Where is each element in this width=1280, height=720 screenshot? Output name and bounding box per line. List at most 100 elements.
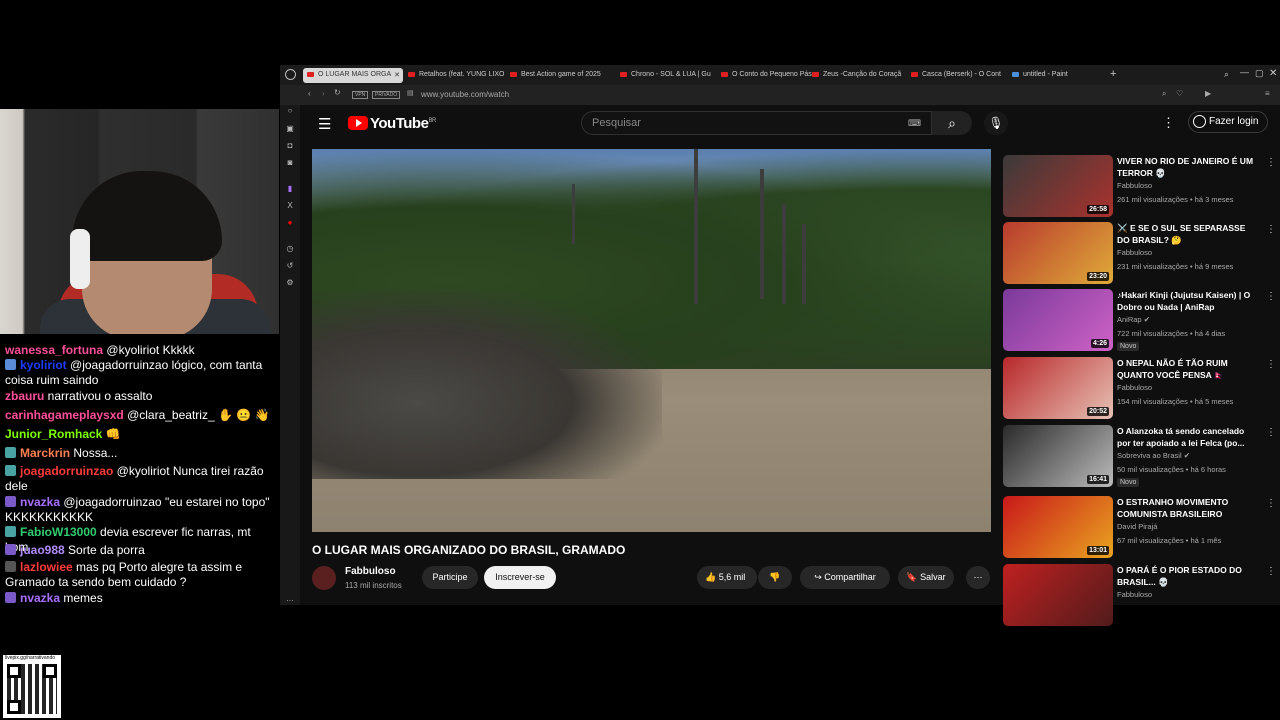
browser-tab[interactable]: Chrono - SOL & LUA | Gu bbox=[616, 68, 716, 83]
keyboard-icon[interactable]: ⌨ bbox=[908, 118, 921, 129]
video-player[interactable] bbox=[312, 149, 991, 532]
recommended-channel[interactable]: Fabbuloso bbox=[1117, 590, 1152, 599]
recommended-video[interactable]: 13:01 O ESTRANHO MOVIMENTO COMUNISTA BRAS… bbox=[1003, 496, 1278, 558]
browser-tab[interactable]: untitled - Paint bbox=[1008, 68, 1108, 83]
browser-tab[interactable]: O Conto do Pequeno Pás bbox=[717, 68, 817, 83]
like-button[interactable]: 👍 5,6 mil bbox=[697, 566, 757, 589]
chat-username[interactable]: Junior_Romhack bbox=[5, 427, 102, 441]
messenger-icon[interactable]: ◘ bbox=[285, 142, 295, 150]
dislike-button[interactable]: 👎 bbox=[758, 566, 792, 589]
zoom-icon[interactable]: ⌕ bbox=[1162, 89, 1166, 99]
hamburger-menu-icon[interactable]: ☰ bbox=[318, 115, 331, 133]
recommended-channel[interactable]: Fabbuloso bbox=[1117, 383, 1152, 392]
url-text[interactable]: www.youtube.com/watch bbox=[421, 90, 509, 99]
recommended-video[interactable]: 23:20 ⚔️ E SE O SUL SE SEPARASSE DO BRASI… bbox=[1003, 222, 1278, 284]
forward-icon[interactable]: › bbox=[322, 89, 325, 98]
recommended-video[interactable]: O PARÁ É O PIOR ESTADO DO BRASIL... 💀 Fab… bbox=[1003, 564, 1278, 626]
youtube-sidebar-icon[interactable]: ● bbox=[285, 219, 295, 227]
extensions-icon[interactable]: ▶ bbox=[1205, 89, 1211, 98]
recommended-title[interactable]: O PARÁ É O PIOR ESTADO DO BRASIL... 💀 bbox=[1117, 564, 1257, 588]
chat-username[interactable]: Marckrin bbox=[20, 446, 70, 460]
minimize-button[interactable]: — bbox=[1240, 67, 1249, 77]
chat-username[interactable]: lazlowiee bbox=[20, 560, 73, 574]
chat-username[interactable]: juao988 bbox=[20, 543, 65, 557]
browser-tab[interactable]: Best Action game of 2025 bbox=[506, 68, 606, 83]
search-icon[interactable]: ⌕ bbox=[932, 111, 972, 135]
video-menu-icon[interactable]: ⋮ bbox=[1266, 291, 1276, 302]
video-thumbnail[interactable]: 23:20 bbox=[1003, 222, 1113, 284]
recommended-title[interactable]: VIVER NO RIO DE JANEIRO É UM TERROR 💀 bbox=[1117, 155, 1257, 179]
browser-tab[interactable]: Zeus -Canção do Coraçã bbox=[808, 68, 908, 83]
browser-tab[interactable]: O LUGAR MAIS ORGA ✕ bbox=[303, 68, 403, 83]
save-button[interactable]: 🔖 Salvar bbox=[898, 566, 954, 589]
video-thumbnail[interactable]: 16:41 bbox=[1003, 425, 1113, 487]
video-menu-icon[interactable]: ⋮ bbox=[1266, 359, 1276, 370]
recommended-channel[interactable]: Fabbuloso bbox=[1117, 181, 1152, 190]
chat-username[interactable]: zbauru bbox=[5, 389, 44, 403]
settings-icon[interactable]: ≡ bbox=[1265, 89, 1270, 98]
video-menu-icon[interactable]: ⋮ bbox=[1266, 566, 1276, 577]
gear-icon[interactable]: ⚙ bbox=[285, 279, 295, 287]
recommended-video[interactable]: 4:26 ♪Hakari Kinji (Jujutsu Kaisen) | O D… bbox=[1003, 289, 1278, 351]
wallet-icon[interactable]: ▣ bbox=[285, 125, 295, 133]
login-button[interactable]: Fazer login bbox=[1188, 111, 1268, 133]
video-menu-icon[interactable]: ⋮ bbox=[1266, 224, 1276, 235]
recommended-title[interactable]: ⚔️ E SE O SUL SE SEPARASSE DO BRASIL? 🤔 bbox=[1117, 222, 1257, 246]
chat-username[interactable]: carinhagameplaysxd bbox=[5, 408, 124, 422]
maximize-button[interactable]: ▢ bbox=[1255, 68, 1264, 79]
downloads-icon[interactable]: ↺ bbox=[285, 262, 295, 270]
browser-tab[interactable]: Retalhos (feat. YUNG LIXO bbox=[404, 68, 504, 83]
bookmark-icon[interactable]: ♡ bbox=[1176, 89, 1183, 98]
video-thumbnail[interactable]: 4:26 bbox=[1003, 289, 1113, 351]
twitch-icon[interactable]: ▮ bbox=[285, 185, 295, 193]
recommended-title[interactable]: O ESTRANHO MOVIMENTO COMUNISTA BRASILEIR… bbox=[1117, 496, 1257, 520]
video-thumbnail[interactable]: 26:58 bbox=[1003, 155, 1113, 217]
chat-username[interactable]: kyoliriot bbox=[20, 358, 67, 372]
recommended-channel[interactable]: Sobreviva ao Brasil ✔ bbox=[1117, 451, 1190, 460]
recommended-video[interactable]: 16:41 O Alanzoka tá sendo cancelado por t… bbox=[1003, 425, 1278, 487]
channel-name[interactable]: Fabbuloso bbox=[345, 566, 396, 577]
whatsapp-icon[interactable]: ◙ bbox=[285, 159, 295, 167]
subscribe-button[interactable]: Inscrever-se bbox=[484, 566, 556, 589]
new-tab-button[interactable]: + bbox=[1110, 68, 1116, 80]
chat-username[interactable]: nvazka bbox=[20, 591, 60, 605]
join-button[interactable]: Participe bbox=[422, 566, 478, 589]
recommended-channel[interactable]: Fabbuloso bbox=[1117, 248, 1152, 257]
youtube-logo[interactable]: YouTubeBR bbox=[348, 115, 436, 132]
video-menu-icon[interactable]: ⋮ bbox=[1266, 427, 1276, 438]
recommended-title[interactable]: O Alanzoka tá sendo cancelado por ter ap… bbox=[1117, 425, 1257, 449]
more-options-icon[interactable]: ⋮ bbox=[1162, 115, 1175, 131]
channel-avatar[interactable] bbox=[312, 566, 336, 590]
video-menu-icon[interactable]: ⋮ bbox=[1266, 498, 1276, 509]
recommended-channel[interactable]: David Pirajá bbox=[1117, 522, 1157, 531]
private-badge[interactable]: PRIVADO bbox=[372, 91, 401, 99]
video-thumbnail[interactable] bbox=[1003, 564, 1113, 626]
video-thumbnail[interactable]: 13:01 bbox=[1003, 496, 1113, 558]
chat-username[interactable]: nvazka bbox=[20, 495, 60, 509]
search-input[interactable]: Pesquisar ⌨ bbox=[581, 111, 932, 135]
chat-username[interactable]: joagadorruinzao bbox=[20, 464, 113, 478]
browser-menu-icon[interactable] bbox=[285, 69, 296, 80]
browser-tab[interactable]: Casca (Berserk) - O Cont bbox=[907, 68, 1007, 83]
video-menu-icon[interactable]: ⋮ bbox=[1266, 157, 1276, 168]
mic-icon[interactable]: 🎙 bbox=[984, 111, 1008, 135]
close-window-button[interactable]: ✕ bbox=[1269, 68, 1277, 79]
back-icon[interactable]: ‹ bbox=[308, 89, 311, 98]
chat-username[interactable]: FabioW13000 bbox=[20, 525, 97, 539]
tab-search-icon[interactable]: ⌕ bbox=[1224, 69, 1229, 80]
chat-username[interactable]: wanessa_fortuna bbox=[5, 343, 103, 357]
reload-icon[interactable]: ↻ bbox=[334, 88, 341, 97]
recommended-title[interactable]: O NEPAL NÃO É TÃO RUIM QUANTO VOCÊ PENSA… bbox=[1117, 357, 1257, 381]
video-thumbnail[interactable]: 20:52 bbox=[1003, 357, 1113, 419]
more-actions-button[interactable]: ⋯ bbox=[966, 566, 990, 589]
recommended-title[interactable]: ♪Hakari Kinji (Jujutsu Kaisen) | O Dobro… bbox=[1117, 289, 1257, 313]
vpn-badge[interactable]: VPN bbox=[352, 91, 369, 99]
share-button[interactable]: ↪ Compartilhar bbox=[800, 566, 890, 589]
history-icon[interactable]: ◷ bbox=[285, 245, 295, 253]
site-info-icon[interactable]: ▤ bbox=[407, 89, 414, 97]
recommended-channel[interactable]: AniRap ✔ bbox=[1117, 315, 1150, 324]
recommended-video[interactable]: 26:58 VIVER NO RIO DE JANEIRO É UM TERROR… bbox=[1003, 155, 1278, 217]
close-tab-icon[interactable]: ✕ bbox=[394, 71, 400, 79]
x-icon[interactable]: X bbox=[285, 202, 295, 210]
more-sidebar-icon[interactable]: … bbox=[285, 595, 295, 603]
